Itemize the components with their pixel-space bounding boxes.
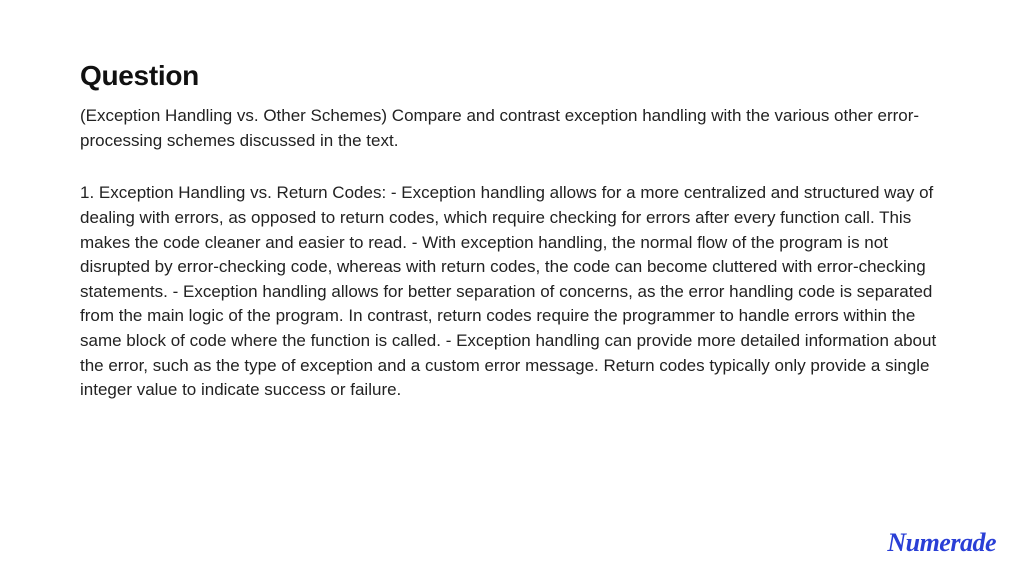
question-prompt: (Exception Handling vs. Other Schemes) C… (80, 104, 944, 153)
brand-logo: Numerade (887, 528, 996, 558)
answer-body: 1. Exception Handling vs. Return Codes: … (80, 181, 944, 403)
question-heading: Question (80, 60, 944, 92)
